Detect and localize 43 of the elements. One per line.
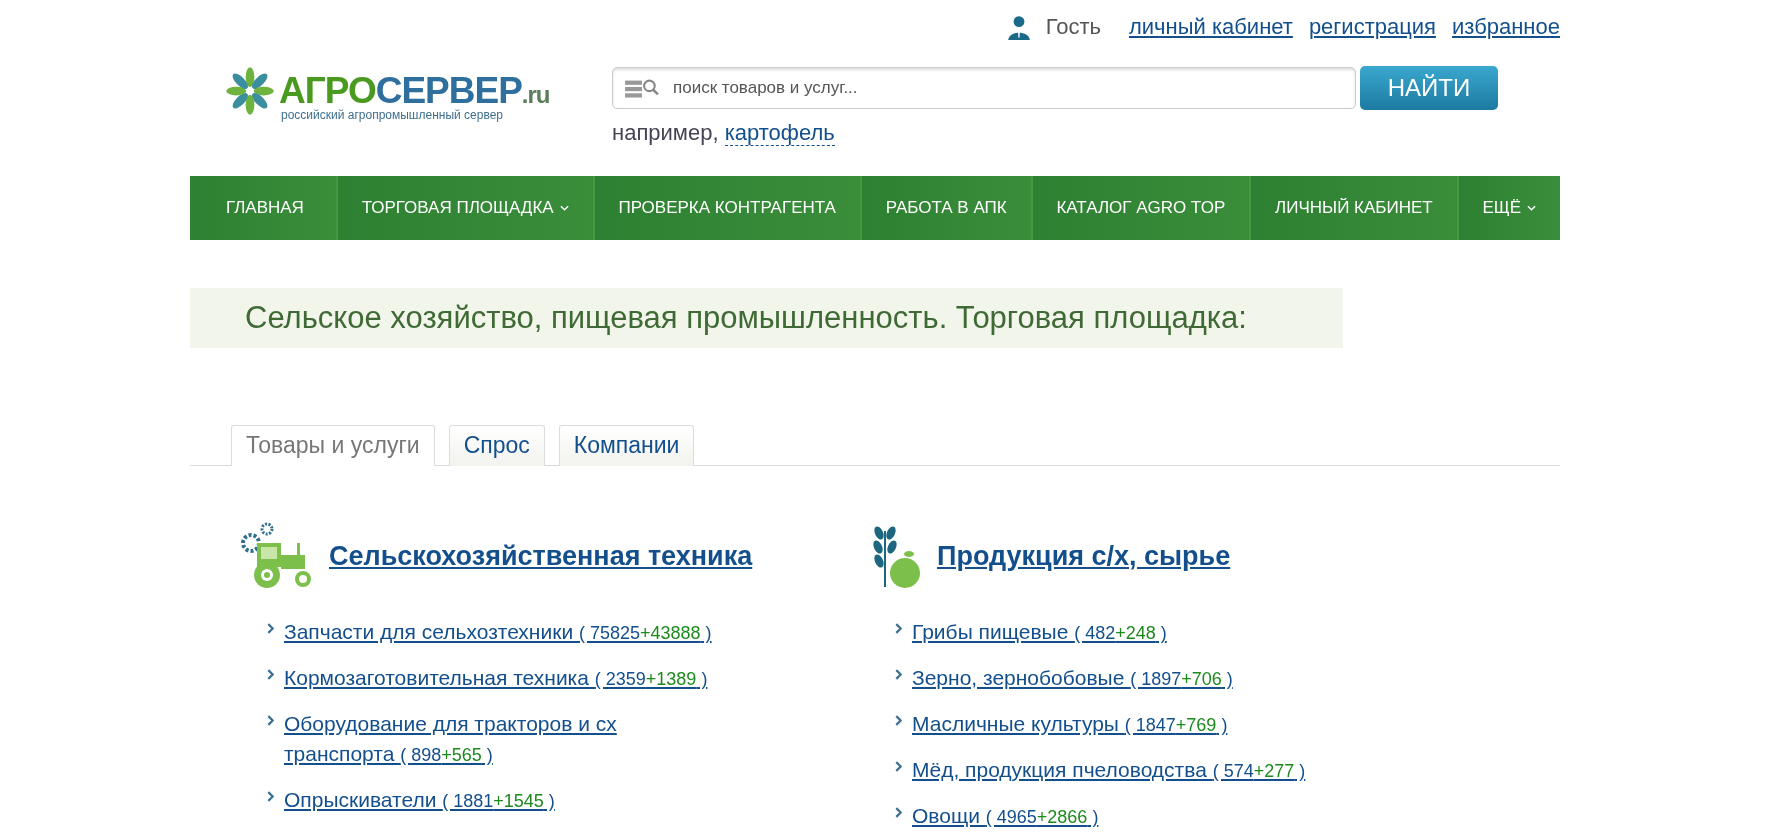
example-link[interactable]: картофель bbox=[724, 120, 835, 146]
chevron-icon bbox=[895, 807, 902, 818]
category-link[interactable]: Овощи ( 4965+2866 ) bbox=[912, 801, 1099, 832]
chevron-icon bbox=[267, 623, 274, 634]
category-title-link[interactable]: Сельскохозяйственная техника bbox=[329, 540, 753, 572]
tab[interactable]: Компании bbox=[558, 425, 695, 466]
category-link[interactable]: Грибы пищевые ( 482+248 ) bbox=[912, 617, 1167, 648]
search-field[interactable]: поиск товаров и услуг... bbox=[612, 67, 1356, 109]
chevron-icon bbox=[895, 761, 902, 772]
chevron-icon bbox=[895, 669, 902, 680]
nav-item[interactable]: ТОРГОВАЯ ПЛОЩАДКА bbox=[337, 176, 593, 240]
header-link[interactable]: избранное bbox=[1452, 14, 1560, 40]
search-button[interactable]: НАЙТИ bbox=[1360, 66, 1498, 110]
category-link[interactable]: Запчасти для сельхозтехники ( 75825+43888 ) bbox=[284, 617, 712, 648]
nav-item[interactable]: РАБОТА В АПК bbox=[861, 176, 1031, 240]
example-label: например, bbox=[612, 120, 719, 145]
chevron-icon bbox=[895, 623, 902, 634]
chevron-icon bbox=[267, 669, 274, 680]
search-list-icon bbox=[624, 77, 660, 99]
category-link[interactable]: Опрыскиватели ( 1881+1545 ) bbox=[284, 785, 555, 816]
category-link[interactable]: Зерно, зернобобовые ( 1897+706 ) bbox=[912, 663, 1233, 694]
header-link[interactable]: регистрация bbox=[1308, 14, 1436, 40]
chevron-icon bbox=[267, 715, 274, 726]
category-link[interactable]: Мёд, продукция пчеловодства ( 574+277 ) bbox=[912, 755, 1306, 786]
nav-item[interactable]: ГЛАВНАЯ bbox=[190, 176, 336, 240]
tab[interactable]: Спрос bbox=[448, 425, 545, 466]
page-heading: Сельское хозяйство, пищевая промышленность. Торговая площадка: bbox=[245, 300, 1247, 336]
nav-item[interactable]: ПРОВЕРКА КОНТРАГЕНТА bbox=[594, 176, 860, 240]
category-link[interactable]: Масличные культуры ( 1847+769 ) bbox=[912, 709, 1228, 740]
guest-label: Гость bbox=[1045, 14, 1101, 40]
nav-item[interactable]: ЕЩЁ bbox=[1458, 176, 1560, 240]
category-link[interactable]: Кормозаготовительная техника ( 2359+1389 ) bbox=[284, 663, 708, 694]
chevron-icon bbox=[267, 791, 274, 802]
nav-item[interactable]: КАТАЛОГ AGRO TOP bbox=[1032, 176, 1250, 240]
nav-item[interactable]: ЛИЧНЫЙ КАБИНЕТ bbox=[1251, 176, 1457, 240]
category-link[interactable]: Оборудование для тракторов и сх транспорта ( 898+565 ) bbox=[284, 709, 722, 770]
user-icon bbox=[1005, 14, 1032, 40]
logo-tagline: российский агропромышленный сервер bbox=[281, 108, 505, 122]
leaf-flower-icon bbox=[225, 66, 275, 116]
header-link[interactable]: личный кабинет bbox=[1128, 14, 1293, 40]
tab[interactable]: Товары и услуги bbox=[231, 425, 435, 466]
category-title-link[interactable]: Продукция с/х, сырье bbox=[937, 540, 1231, 572]
chevron-icon bbox=[895, 715, 902, 726]
